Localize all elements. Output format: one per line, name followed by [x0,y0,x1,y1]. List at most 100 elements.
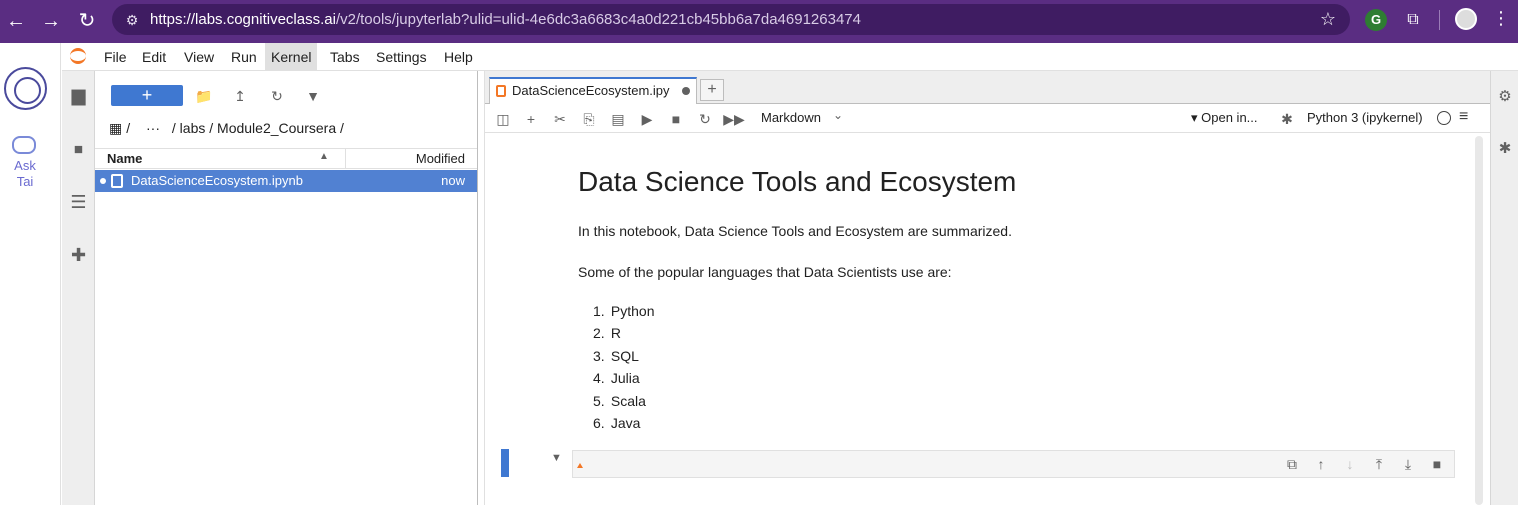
cognitiveclass-logo-icon[interactable] [4,67,47,110]
ask-tai-panel: Ask Tai [0,43,61,505]
refresh-icon[interactable]: ↻ [266,85,288,107]
sort-ascending-icon[interactable]: ▲ [319,151,329,162]
address-bar[interactable]: ⚙ https://labs.cognitiveclass.ai/v2/tool… [112,4,1350,35]
notebook-content: Data Science Tools and Ecosystem In this… [485,134,1491,505]
unsaved-dot-icon[interactable] [682,87,690,95]
browser-toolbar: ← → ↻ ⚙ https://labs.cognitiveclass.ai/v… [0,0,1518,43]
menu-view[interactable]: View [178,43,220,71]
paste-icon[interactable]: ▤ [607,108,629,130]
restart-icon[interactable]: ↻ [694,108,716,130]
browser-menu-icon[interactable]: ⋮ [1492,8,1510,29]
debugger-icon[interactable]: ✱ [1276,108,1298,130]
extensions-puzzle-icon[interactable]: ⧉ [1402,9,1424,31]
save-icon[interactable]: ◫ [492,108,514,130]
table-of-contents-icon[interactable]: ☰ [66,190,91,215]
filter-icon[interactable]: ▼ [302,85,324,107]
insert-cell-icon[interactable]: + [520,108,542,130]
notebook-panel: DataScienceEcosystem.ipy + ◫ + ✂ ⎘ ▤ ▶ ■… [484,71,1491,505]
intro-text: In this notebook, Data Science Tools and… [578,223,1012,239]
menu-run[interactable]: Run [225,43,263,71]
chat-bubble-icon[interactable] [12,136,36,154]
insert-above-icon[interactable]: ⤒ [1368,454,1390,474]
new-launcher-button[interactable]: + [111,85,183,106]
menu-help[interactable]: Help [438,43,479,71]
notebook-title: Data Science Tools and Ecosystem [578,166,1017,197]
menu-tabs[interactable]: Tabs [324,43,366,71]
reload-icon[interactable]: ↻ [74,8,100,34]
breadcrumb: ▦ / ··· / labs / Module2_Coursera / [109,120,348,137]
toolbar-divider [1439,10,1440,30]
tab-bar: DataScienceEcosystem.ipy + [485,71,1491,104]
new-folder-icon[interactable]: 📁 [193,85,215,107]
profile-avatar[interactable] [1455,8,1477,30]
column-name[interactable]: Name [107,151,142,166]
cell-type-select[interactable]: Markdown [761,110,821,125]
list-item: 6. Java [593,414,641,431]
menu-edit[interactable]: Edit [136,43,172,71]
file-browser-folder-icon[interactable]: ▆ [66,83,91,108]
move-down-icon[interactable]: ↓ [1339,454,1361,474]
insert-below-icon[interactable]: ⤓ [1397,454,1419,474]
menu-file[interactable]: File [98,43,133,71]
notebook-toolbar: ◫ + ✂ ⎘ ▤ ▶ ■ ↻ ▶▶ Markdown ⌄ ▾ Open in.… [485,104,1491,133]
left-sidebar: ▆ ⏹ ☰ ✚ [62,71,95,505]
bookmark-star-icon[interactable]: ☆ [1320,9,1336,30]
run-all-icon[interactable]: ▶▶ [723,108,745,130]
ask-tai-name[interactable]: Tai [0,174,50,189]
url-text[interactable]: https://labs.cognitiveclass.ai/v2/tools/… [150,11,861,28]
breadcrumb-root[interactable]: / [126,120,130,136]
running-indicator-icon [100,178,106,184]
extension-manager-icon[interactable]: ✚ [66,243,91,268]
debugger-bug-icon[interactable]: ✱ [1495,139,1515,159]
home-folder-icon[interactable]: ▦ [109,120,122,136]
file-name[interactable]: DataScienceEcosystem.ipynb [131,173,303,188]
ask-tai-label[interactable]: Ask [0,158,50,173]
file-modified: now [441,173,465,188]
back-icon[interactable]: ← [3,8,29,34]
collapse-caret-icon[interactable]: ▼ [551,452,562,464]
jupyterlab-menubar: File Edit View Run Kernel Tabs Settings … [62,43,1518,71]
breadcrumb-ellipsis[interactable]: ··· [146,120,160,136]
breadcrumb-path[interactable]: / labs / Module2_Coursera / [172,120,344,136]
delete-cell-icon[interactable]: ■ [1426,454,1448,474]
list-item: 1. Python [593,303,655,319]
running-terminals-icon[interactable]: ⏹ [66,137,91,162]
move-up-icon[interactable]: ↑ [1310,454,1332,474]
file-list-header: Name ▲ Modified [95,148,477,169]
languages-intro: Some of the popular languages that Data … [578,264,952,280]
active-cell-indicator[interactable] [501,449,509,477]
kernel-name[interactable]: Python 3 (ipykernel) [1307,110,1423,125]
file-browser: + 📁 ↥ ↻ ▼ ▦ / ··· / labs / Module2_Course… [95,71,478,505]
list-item: 3. SQL [593,347,639,364]
languages-list: 1. Python 2. R 3. SQL 4. Julia 5. Scala … [593,300,654,434]
jupyter-logo-icon [70,48,86,64]
tab-title[interactable]: DataScienceEcosystem.ipy [512,83,670,98]
notebook-icon [496,85,506,97]
list-item: 4. Julia [593,370,640,387]
chevron-down-icon[interactable]: ⌄ [833,108,843,122]
open-in-button[interactable]: ▾ Open in... [1191,110,1258,126]
site-settings-icon[interactable]: ⚙ [122,10,142,30]
right-sidebar: ⚙ ✱ [1490,71,1518,505]
grammarly-extension-icon[interactable]: G [1365,9,1387,31]
column-divider[interactable] [345,149,346,169]
upload-icon[interactable]: ↥ [229,85,251,107]
property-inspector-icon[interactable]: ⚙ [1495,87,1515,107]
list-item: 5. Scala [593,392,646,409]
menu-icon[interactable]: ≡ [1459,108,1468,126]
stop-icon[interactable]: ■ [665,108,687,130]
new-tab-button[interactable]: + [700,79,724,101]
cut-icon[interactable]: ✂ [549,108,571,130]
duplicate-cell-icon[interactable]: ⧉ [1281,454,1303,474]
menu-settings[interactable]: Settings [370,43,433,71]
vertical-scrollbar[interactable] [1475,136,1483,505]
kernel-status-icon [1437,111,1451,125]
tab-notebook[interactable]: DataScienceEcosystem.ipy [489,77,697,104]
file-row[interactable]: DataScienceEcosystem.ipynb now [95,170,477,192]
column-modified[interactable]: Modified [416,151,465,166]
menu-kernel[interactable]: Kernel [265,43,318,71]
code-cell-input[interactable]: ⧉ ↑ ↓ ⤒ ⤓ ■ [572,450,1455,478]
copy-icon[interactable]: ⎘ [578,108,600,130]
run-icon[interactable]: ▶ [636,108,658,130]
forward-icon[interactable]: → [38,8,64,34]
